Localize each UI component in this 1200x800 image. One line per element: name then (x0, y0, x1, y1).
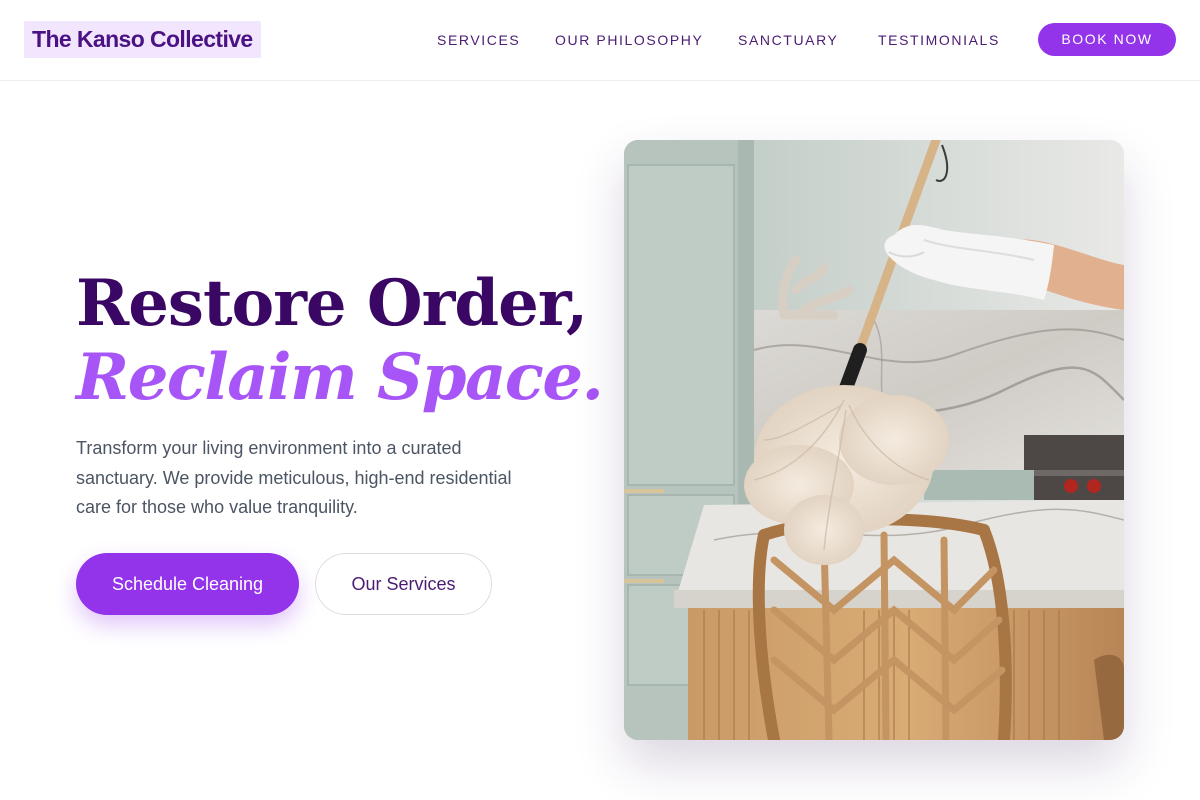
nav-link-testimonials[interactable]: TESTIMONIALS (878, 31, 1000, 49)
schedule-cleaning-button[interactable]: Schedule Cleaning (76, 553, 299, 615)
nav-link-philosophy[interactable]: OUR PHILOSOPHY (555, 31, 703, 49)
cleaning-photo-illustration (624, 140, 1124, 740)
hero-title-line-1: Restore Order, (76, 266, 588, 341)
site-header: The Kanso Collective SERVICES OUR PHILOS… (0, 0, 1200, 81)
hero-title: Restore Order, Reclaim Space. (76, 266, 606, 414)
brand-logo[interactable]: The Kanso Collective (24, 21, 261, 58)
nav-link-sanctuary[interactable]: SANCTUARY (738, 31, 839, 49)
nav-link-services[interactable]: SERVICES (437, 31, 520, 49)
hero-title-line-2: Reclaim Space. (76, 340, 604, 415)
hero-description: Transform your living environment into a… (76, 438, 512, 517)
our-services-button[interactable]: Our Services (315, 553, 492, 615)
hero-image (624, 140, 1124, 740)
book-now-button[interactable]: BOOK NOW (1038, 23, 1176, 56)
